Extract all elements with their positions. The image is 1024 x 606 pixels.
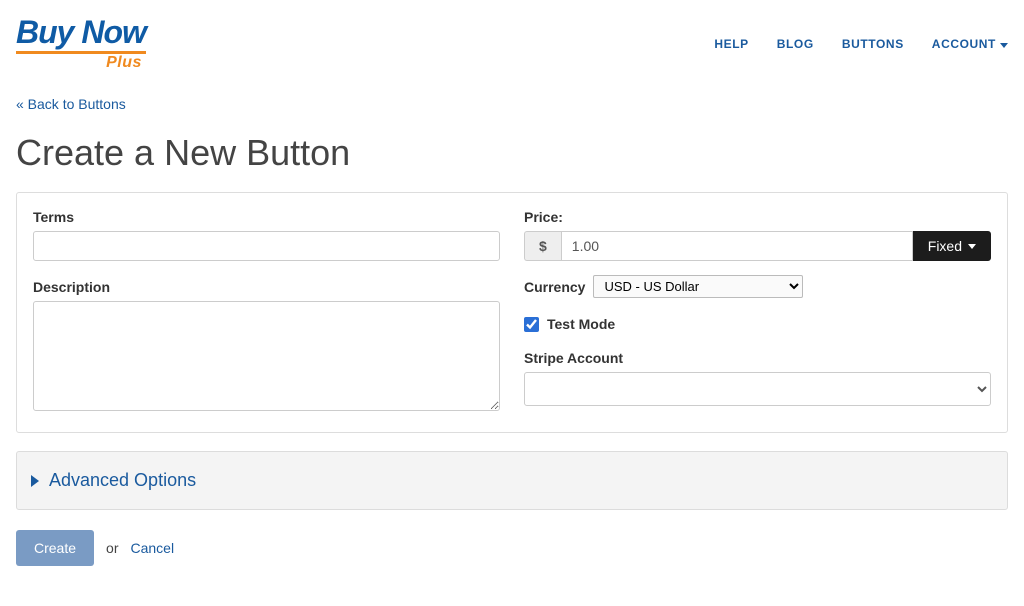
description-textarea[interactable] <box>33 301 500 411</box>
price-type-label: Fixed <box>928 238 962 254</box>
or-text: or <box>106 540 118 556</box>
description-label: Description <box>33 279 500 295</box>
terms-input[interactable] <box>33 231 500 261</box>
price-input-group: $ Fixed <box>524 231 991 261</box>
page-title: Create a New Button <box>16 132 1008 174</box>
form-panel: Terms Description Price: $ Fixed <box>16 192 1008 433</box>
logo-main: Buy Now <box>16 18 146 47</box>
advanced-options-label: Advanced Options <box>49 470 196 491</box>
back-to-buttons-link[interactable]: « Back to Buttons <box>16 96 126 112</box>
cancel-link[interactable]: Cancel <box>130 540 174 556</box>
price-input[interactable] <box>561 231 913 261</box>
stripe-account-select[interactable] <box>524 372 991 406</box>
price-label: Price: <box>524 209 991 225</box>
advanced-options-toggle[interactable]: Advanced Options <box>16 451 1008 510</box>
currency-label: Currency <box>524 279 585 295</box>
test-mode-label: Test Mode <box>547 316 615 332</box>
nav-account-label: ACCOUNT <box>932 37 996 51</box>
terms-label: Terms <box>33 209 500 225</box>
stripe-account-label: Stripe Account <box>524 350 991 366</box>
nav-buttons[interactable]: BUTTONS <box>842 37 904 51</box>
chevron-down-icon <box>1000 43 1008 48</box>
chevron-down-icon <box>968 244 976 249</box>
logo-plus: Plus <box>106 54 146 71</box>
nav-account[interactable]: ACCOUNT <box>932 37 1008 51</box>
chevron-right-icon <box>31 475 39 487</box>
test-mode-checkbox[interactable] <box>524 317 539 332</box>
nav-help[interactable]: HELP <box>714 37 748 51</box>
nav-blog[interactable]: BLOG <box>777 37 814 51</box>
form-actions: Create or Cancel <box>16 530 1008 566</box>
price-type-dropdown[interactable]: Fixed <box>913 231 991 261</box>
currency-select[interactable]: USD - US Dollar <box>593 275 803 298</box>
logo: Buy Now Plus <box>16 18 146 70</box>
price-currency-symbol: $ <box>524 231 561 261</box>
create-button[interactable]: Create <box>16 530 94 566</box>
top-nav: HELP BLOG BUTTONS ACCOUNT <box>714 37 1008 51</box>
